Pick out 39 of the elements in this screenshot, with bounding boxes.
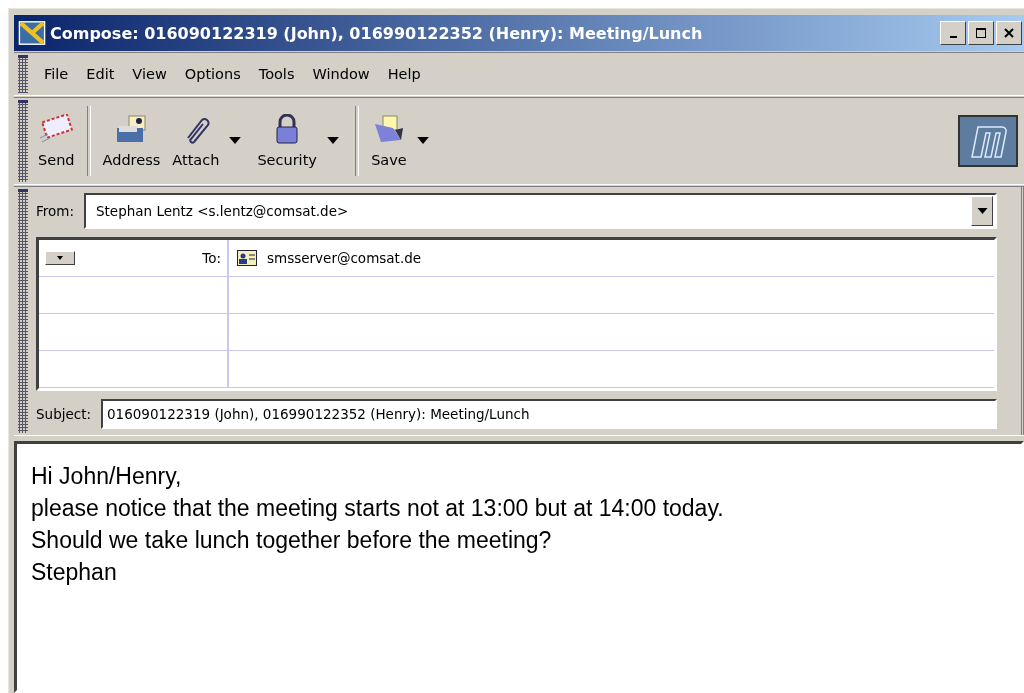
menu-item[interactable]: Help bbox=[381, 66, 433, 82]
caret-icon bbox=[229, 136, 242, 144]
contact-card-icon bbox=[237, 250, 257, 266]
from-label: From: bbox=[36, 203, 74, 219]
caret-icon bbox=[416, 136, 429, 144]
send-button[interactable]: Send bbox=[32, 110, 81, 172]
toolbar-grip[interactable] bbox=[18, 100, 28, 182]
menu-item[interactable]: Tools bbox=[252, 66, 307, 82]
subject-label: Subject: bbox=[36, 406, 91, 422]
close-icon bbox=[1004, 28, 1014, 38]
caret-icon bbox=[976, 208, 988, 214]
logo-icon bbox=[958, 115, 1018, 167]
toolbar-grip[interactable] bbox=[18, 189, 28, 433]
minimize-button[interactable] bbox=[940, 21, 966, 45]
attach-button[interactable]: Attach bbox=[166, 110, 222, 172]
caret-icon bbox=[326, 136, 339, 144]
security-button[interactable]: Security bbox=[251, 110, 319, 172]
envelope-icon bbox=[18, 19, 46, 47]
menu-item[interactable]: File bbox=[38, 66, 81, 82]
menu-item[interactable]: Window bbox=[306, 66, 382, 82]
close-button[interactable] bbox=[996, 21, 1022, 45]
dropdown-button[interactable] bbox=[45, 251, 75, 265]
minimize-icon bbox=[949, 35, 957, 38]
recipient-field[interactable]: smsserver@comsat.de bbox=[229, 240, 994, 276]
menu-item[interactable]: View bbox=[126, 66, 179, 82]
message-body-field[interactable]: Hi John/Henry, please notice that the meeting starts not at 13:00 but at 14:00 today. Should we take lunch together before the meeting? Stephan bbox=[14, 441, 1024, 693]
from-dropdown[interactable]: Stephan Lentz <s.lentz@comsat.de> bbox=[84, 193, 997, 229]
window-title: Compose: 016090122319 (John), 016990122352 (Henry): Meeting/Lunch bbox=[50, 23, 704, 43]
caret-icon bbox=[57, 256, 63, 260]
toolbar-grip[interactable] bbox=[18, 55, 28, 93]
address-button[interactable]: Address bbox=[96, 110, 167, 172]
save-button[interactable]: Save bbox=[364, 110, 409, 172]
envelope-icon bbox=[38, 114, 75, 144]
menu-item[interactable]: Options bbox=[178, 66, 253, 82]
recipient-type-field[interactable]: To: bbox=[39, 240, 229, 276]
maximize-icon bbox=[976, 28, 986, 38]
maximize-button[interactable] bbox=[968, 21, 994, 45]
menu-item[interactable]: Edit bbox=[80, 66, 127, 82]
subject-field[interactable]: 016090122319 (John), 016990122352 (Henry): Meeting/Lunch bbox=[101, 399, 997, 429]
